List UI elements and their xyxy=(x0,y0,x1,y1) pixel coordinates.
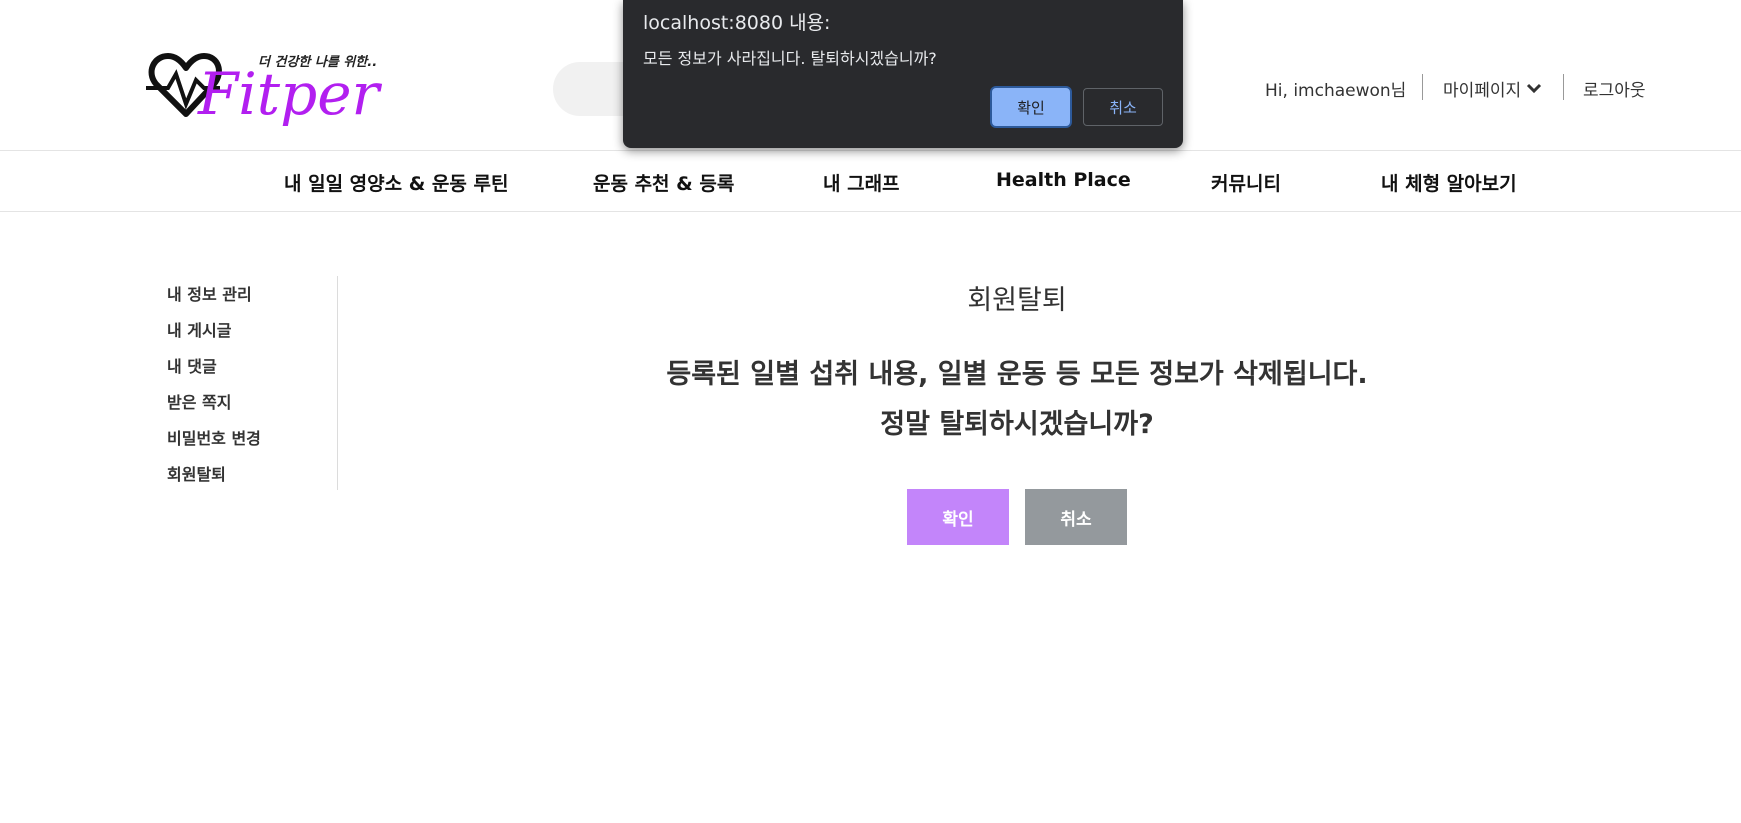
withdraw-warning-line2: 정말 탈퇴하시겠습니까? xyxy=(880,409,1154,440)
menu-item-community[interactable]: 커뮤니티 xyxy=(1211,169,1281,196)
nav-divider xyxy=(1422,74,1423,100)
dialog-message: 모든 정보가 사라집니다. 탈퇴하시겠습니까? xyxy=(643,49,937,68)
chevron-down-icon xyxy=(1527,83,1542,94)
menu-item-daily-routine[interactable]: 내 일일 영양소 & 운동 루틴 xyxy=(284,169,508,196)
mypage-sidebar: 내 정보 관리 내 게시글 내 댓글 받은 쪽지 비밀번호 변경 회원탈퇴 xyxy=(167,276,338,490)
dialog-cancel-button[interactable]: 취소 xyxy=(1083,88,1163,126)
menu-item-exercise[interactable]: 운동 추천 & 등록 xyxy=(593,169,734,196)
menu-item-body-type[interactable]: 내 체형 알아보기 xyxy=(1381,169,1517,196)
confirm-withdraw-button[interactable]: 확인 xyxy=(907,489,1009,545)
cancel-withdraw-button[interactable]: 취소 xyxy=(1025,489,1127,545)
mypage-label: 마이페이지 xyxy=(1443,80,1522,101)
dialog-ok-button[interactable]: 확인 xyxy=(992,88,1070,126)
sidebar-item-profile[interactable]: 내 정보 관리 xyxy=(167,281,252,305)
fitper-logo[interactable]: 더 건강한 나를 위한.. Fitper xyxy=(146,44,386,126)
withdraw-warning-line1: 등록된 일별 섭취 내용, 일별 운동 등 모든 정보가 삭제됩니다. xyxy=(666,359,1368,390)
mypage-dropdown[interactable]: 마이페이지 xyxy=(1443,76,1542,101)
dialog-title: localhost:8080 내용: xyxy=(643,12,831,34)
nav-divider xyxy=(1563,74,1564,100)
menu-item-graph[interactable]: 내 그래프 xyxy=(823,169,900,196)
main-menu: 내 일일 영양소 & 운동 루틴 운동 추천 & 등록 내 그래프 Health… xyxy=(0,151,1741,212)
menu-item-health-place[interactable]: Health Place xyxy=(996,169,1131,191)
confirm-dialog: localhost:8080 내용: 모든 정보가 사라집니다. 탈퇴하시겠습니… xyxy=(623,0,1183,148)
logo-wordmark: Fitper xyxy=(197,60,383,126)
sidebar-item-password[interactable]: 비밀번호 변경 xyxy=(167,425,261,449)
sidebar-item-my-posts[interactable]: 내 게시글 xyxy=(167,317,231,341)
sidebar-item-my-comments[interactable]: 내 댓글 xyxy=(167,353,217,377)
user-greeting: Hi, imchaewon님 xyxy=(1265,80,1407,101)
logout-link[interactable]: 로그아웃 xyxy=(1583,76,1646,101)
sidebar-item-withdraw[interactable]: 회원탈퇴 xyxy=(167,461,226,485)
sidebar-item-messages[interactable]: 받은 쪽지 xyxy=(167,389,231,413)
page-title: 회원탈퇴 xyxy=(967,285,1067,316)
